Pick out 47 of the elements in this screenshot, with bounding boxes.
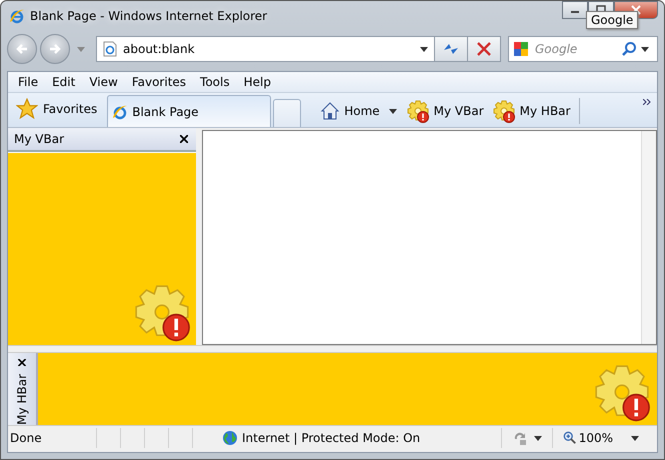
toolbar-button[interactable]: My VBar bbox=[402, 97, 487, 125]
browser-logo-icon bbox=[112, 104, 128, 120]
security-zone-text: Internet | Protected Mode: On bbox=[242, 431, 422, 445]
close-icon[interactable] bbox=[180, 135, 188, 143]
globe-icon bbox=[222, 430, 238, 446]
stop-button[interactable] bbox=[467, 36, 501, 62]
address-field[interactable]: about:blank bbox=[96, 36, 435, 62]
tooltip: Google bbox=[586, 11, 638, 29]
gear-warning-icon bbox=[492, 99, 516, 123]
search-field[interactable]: Google bbox=[533, 41, 617, 57]
close-icon[interactable] bbox=[18, 359, 26, 366]
page-icon bbox=[103, 41, 117, 57]
forward-button[interactable] bbox=[40, 34, 70, 64]
caret-icon[interactable] bbox=[420, 46, 428, 52]
zoom-button[interactable]: 100% bbox=[552, 428, 657, 448]
caret-icon[interactable] bbox=[388, 108, 397, 114]
menu-item[interactable]: File bbox=[18, 75, 38, 89]
gear-warning-icon bbox=[406, 99, 430, 123]
panel-title: My VBar bbox=[14, 132, 64, 146]
search-icon[interactable] bbox=[621, 41, 637, 57]
star-icon bbox=[16, 98, 38, 120]
menu-item[interactable]: Favorites bbox=[132, 75, 186, 89]
search-box[interactable]: Google bbox=[508, 36, 658, 62]
chevron-icon[interactable] bbox=[643, 99, 651, 105]
scrollbar[interactable] bbox=[641, 131, 656, 344]
favorites-button[interactable]: Favorites bbox=[8, 95, 108, 127]
search-provider-icon bbox=[513, 41, 529, 57]
tab[interactable]: Blank Page bbox=[107, 95, 272, 127]
magnifier-icon bbox=[562, 431, 577, 445]
menu-item[interactable]: Tools bbox=[200, 75, 230, 89]
home-button[interactable]: Home bbox=[317, 99, 383, 123]
refresh-button[interactable] bbox=[434, 36, 468, 62]
house-icon bbox=[320, 101, 340, 121]
back-button[interactable] bbox=[7, 34, 37, 64]
stop-icon bbox=[476, 41, 492, 57]
menu-item[interactable]: Edit bbox=[52, 75, 76, 89]
minimize-button[interactable] bbox=[562, 1, 588, 19]
menu-item[interactable]: View bbox=[89, 75, 118, 89]
window-title: Blank Page - Windows Internet Explorer bbox=[30, 9, 268, 23]
browser-logo-icon bbox=[9, 8, 25, 24]
status-text: Done bbox=[9, 431, 43, 445]
caret-icon bbox=[534, 436, 542, 440]
caret-icon[interactable] bbox=[641, 46, 649, 52]
toolbar-button[interactable]: My HBar bbox=[488, 97, 574, 125]
panel-title: My HBar bbox=[15, 374, 29, 425]
caret-icon bbox=[631, 436, 639, 440]
menu-item[interactable]: Help bbox=[244, 75, 271, 89]
